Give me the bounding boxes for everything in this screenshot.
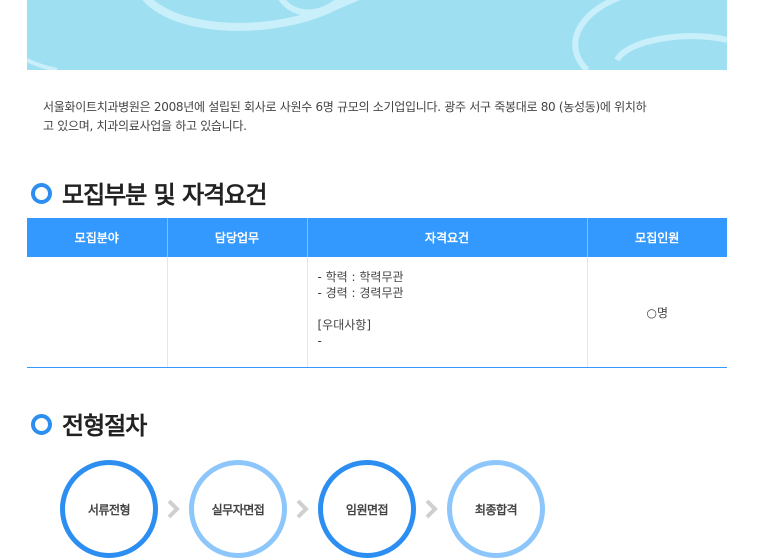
header-banner <box>27 0 727 70</box>
process-title-text: 전형절차 <box>62 412 147 440</box>
cell-duty <box>166 257 307 368</box>
req-spacer <box>318 301 577 317</box>
header-requirements: 자격요건 <box>306 218 587 257</box>
recruit-section-title: 모집부분 및 자격요건 <box>31 180 267 210</box>
req-education: - 학력 : 학력무관 <box>317 270 404 284</box>
header-count: 모집인원 <box>586 218 727 257</box>
header-duty: 담당업무 <box>166 218 307 257</box>
recruit-title-text: 모집부분 및 자격요건 <box>62 181 267 209</box>
step-executive-interview: 임원면접 <box>318 460 416 558</box>
cell-field <box>27 257 167 368</box>
cell-count: ○명 <box>586 257 727 368</box>
company-intro: 서울화이트치과병원은 2008년에 설립된 회사로 사원수 6명 규모의 소기업… <box>43 98 713 136</box>
step-final-acceptance: 최종합격 <box>447 460 545 558</box>
intro-line-2: 고 있으며, 치과의료사업을 하고 있습니다. <box>43 119 247 133</box>
req-preferred-value: - <box>317 334 322 348</box>
table-row: - 학력 : 학력무관 - 경력 : 경력무관 [우대사항] - ○명 <box>27 257 727 368</box>
req-experience: - 경력 : 경력무관 <box>317 286 404 300</box>
step-practitioner-interview: 실무자면접 <box>189 460 287 558</box>
ring-bullet-icon <box>31 182 52 204</box>
chevron-right-icon <box>296 499 309 519</box>
req-preferred-heading: [우대사항] <box>317 318 372 332</box>
chevron-right-icon <box>167 499 180 519</box>
intro-line-1: 서울화이트치과병원은 2008년에 설립된 회사로 사원수 6명 규모의 소기업… <box>43 100 647 114</box>
chevron-right-icon <box>425 499 438 519</box>
process-section-title: 전형절차 <box>31 411 147 441</box>
banner-decoration <box>27 0 727 70</box>
recruit-table: 모집분야 담당업무 자격요건 모집인원 - 학력 : 학력무관 - 경력 : 경… <box>27 218 727 368</box>
header-field: 모집분야 <box>27 218 167 257</box>
cell-requirements: - 학력 : 학력무관 - 경력 : 경력무관 [우대사항] - <box>306 257 587 368</box>
step-document-screening: 서류전형 <box>60 460 158 558</box>
ring-bullet-icon <box>31 413 52 435</box>
process-steps: 서류전형 실무자면접 임원면접 최종합격 <box>60 460 580 560</box>
